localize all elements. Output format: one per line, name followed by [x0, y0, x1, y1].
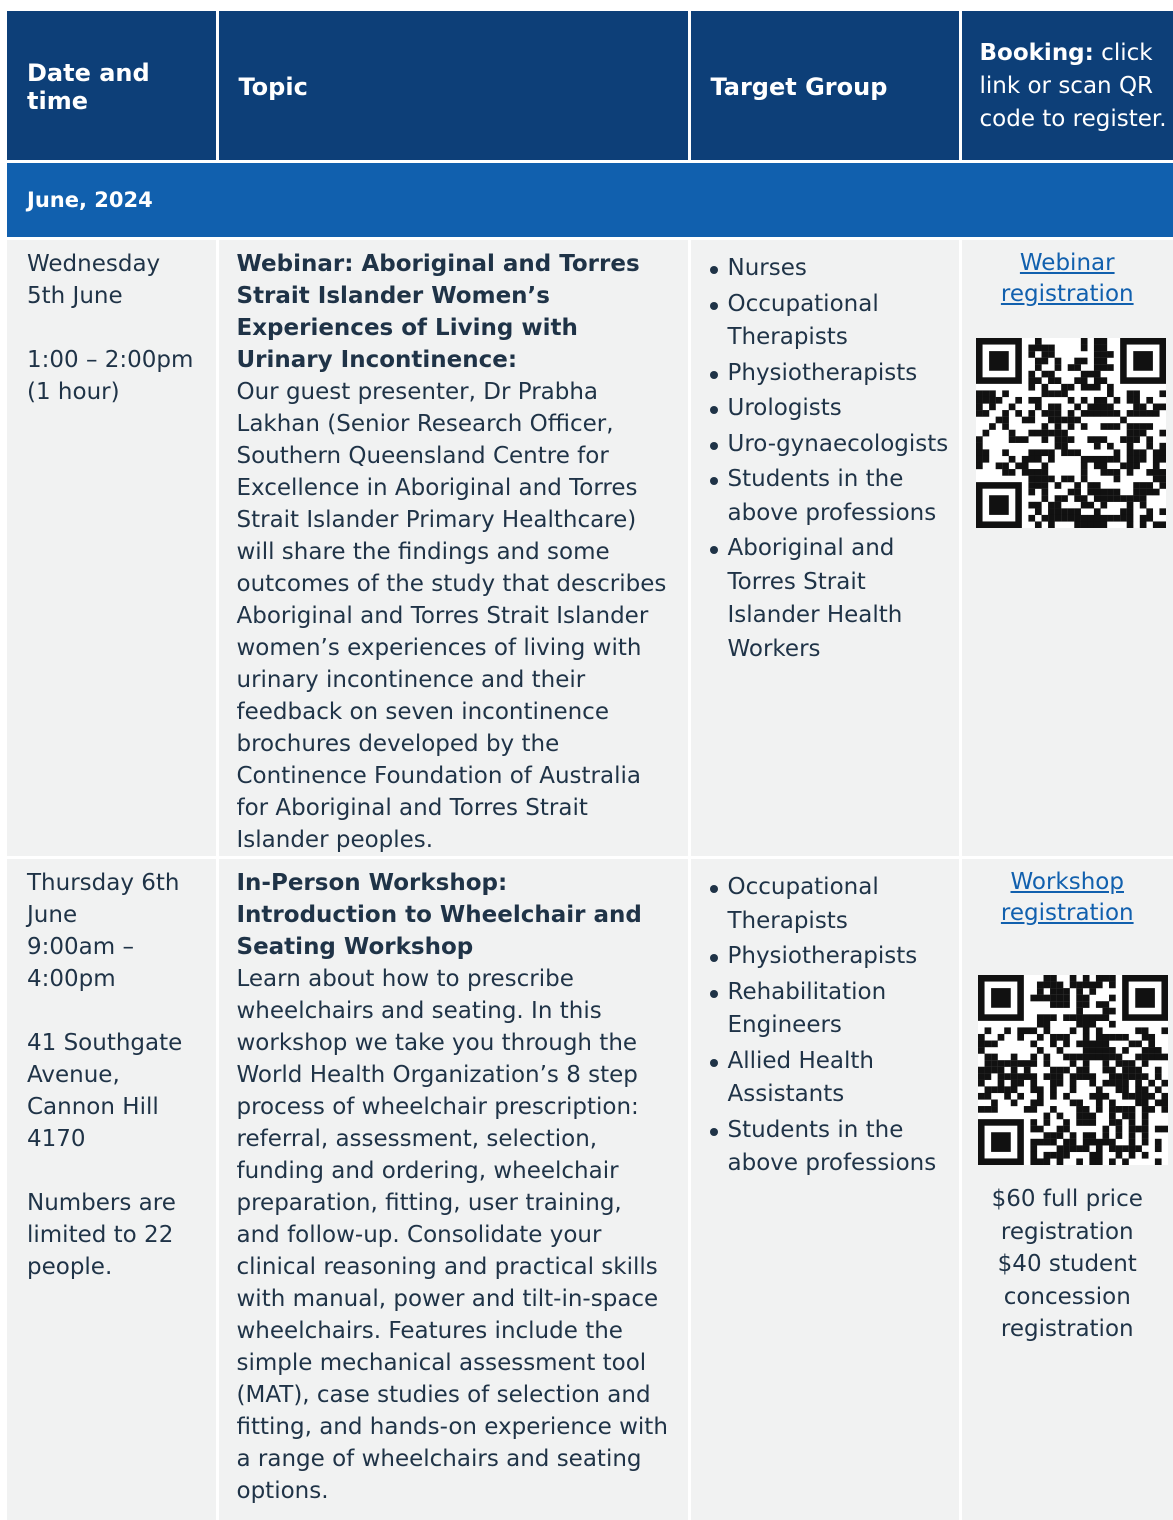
- list-item: Allied Health Assistants: [707, 1045, 951, 1112]
- event-date-cell: Wednesday 5th June 1:00 – 2:00pm (1 hour…: [7, 239, 217, 858]
- month-label: June, 2024: [7, 162, 1173, 239]
- event-description: Our guest presenter, Dr Prabha Lakhan (S…: [237, 376, 670, 856]
- list-item: Uro-gynaecologists: [707, 428, 951, 462]
- list-item: Students in the above professions: [707, 463, 951, 530]
- event-topic-cell: In-Person Workshop: Introduction to Whee…: [217, 858, 689, 1520]
- table-row: Wednesday 5th June 1:00 – 2:00pm (1 hour…: [7, 239, 1173, 858]
- workshop-qr-code[interactable]: [978, 975, 1168, 1165]
- list-item: Aboriginal and Torres Strait Islander He…: [707, 532, 951, 666]
- header-booking-label: Booking:: [980, 40, 1094, 66]
- webinar-registration-link[interactable]: Webinar registration: [992, 248, 1142, 310]
- event-title: Webinar: Aboriginal and Torres Strait Is…: [237, 248, 670, 376]
- list-item: Physiotherapists: [707, 357, 951, 391]
- header-date: Date and time: [7, 11, 217, 162]
- event-date: 5th June: [27, 280, 206, 312]
- event-time: 9:00am – 4:00pm: [27, 931, 206, 995]
- event-target-cell: Occupational Therapists Physiotherapists…: [689, 858, 960, 1520]
- header-target-group: Target Group: [689, 11, 960, 162]
- event-title: In-Person Workshop: Introduction to Whee…: [237, 867, 670, 963]
- table-header-row: Date and time Topic Target Group Booking…: [7, 11, 1173, 162]
- list-item: Physiotherapists: [707, 940, 951, 974]
- month-row: June, 2024: [7, 162, 1173, 239]
- list-item: Occupational Therapists: [707, 288, 951, 355]
- event-target-cell: Nurses Occupational Therapists Physiothe…: [689, 239, 960, 858]
- event-booking-cell: Webinar registration: [960, 239, 1173, 858]
- list-item: Urologists: [707, 392, 951, 426]
- event-date: Thursday 6th June: [27, 867, 206, 931]
- event-time: 1:00 – 2:00pm: [27, 344, 206, 376]
- target-group-list: Occupational Therapists Physiotherapists…: [707, 871, 951, 1181]
- list-item: Nurses: [707, 252, 951, 286]
- event-address: 41 Southgate Avenue, Cannon Hill 4170: [27, 1027, 206, 1155]
- target-group-list: Nurses Occupational Therapists Physiothe…: [707, 252, 951, 666]
- event-day: Wednesday: [27, 248, 206, 280]
- list-item: Occupational Therapists: [707, 871, 951, 938]
- header-topic: Topic: [217, 11, 689, 162]
- event-description: Learn about how to prescribe wheelchairs…: [237, 963, 670, 1507]
- table-row: Thursday 6th June 9:00am – 4:00pm 41 Sou…: [7, 858, 1173, 1520]
- header-booking: Booking: click link or scan QR code to r…: [960, 11, 1173, 162]
- list-item: Students in the above professions: [707, 1114, 951, 1181]
- workshop-registration-link[interactable]: Workshop registration: [992, 867, 1142, 929]
- event-topic-cell: Webinar: Aboriginal and Torres Strait Is…: [217, 239, 689, 858]
- price-info: $60 full price registration $40 student …: [962, 1183, 1173, 1346]
- price-full: $60 full price registration: [962, 1183, 1173, 1248]
- price-student: $40 student concession registration: [962, 1248, 1173, 1346]
- webinar-qr-code[interactable]: [976, 338, 1166, 528]
- events-table: Date and time Topic Target Group Booking…: [7, 11, 1173, 1520]
- list-item: Rehabilitation Engineers: [707, 976, 951, 1043]
- event-duration: (1 hour): [27, 376, 206, 408]
- event-date-cell: Thursday 6th June 9:00am – 4:00pm 41 Sou…: [7, 858, 217, 1520]
- event-booking-cell: Workshop registration $60 full price reg…: [960, 858, 1173, 1520]
- event-capacity-note: Numbers are limited to 22 people.: [27, 1187, 206, 1283]
